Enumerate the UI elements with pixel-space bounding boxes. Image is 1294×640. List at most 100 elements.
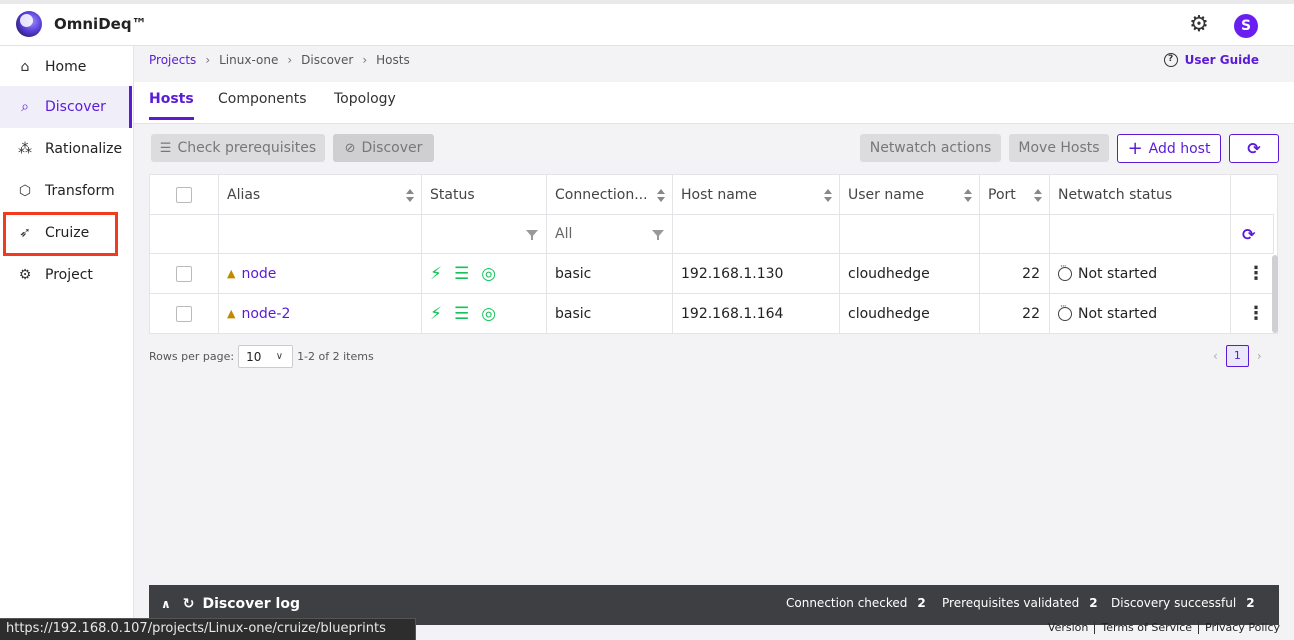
col-hostname[interactable]: Host name (673, 175, 840, 215)
alias-link[interactable]: node-2 (241, 306, 290, 322)
sort-icon[interactable] (964, 189, 972, 203)
table-row-status: ⚡ ☰ ◎ (422, 254, 547, 294)
next-page-icon[interactable]: › (1257, 349, 1262, 363)
user-guide-link[interactable]: ? User Guide (1163, 53, 1259, 67)
table-row-username: cloudhedge (840, 294, 980, 334)
plug-connected-icon[interactable]: ⚡ (430, 264, 442, 284)
kebab-menu-icon[interactable]: ⋮ (1247, 303, 1265, 324)
netwatch-status-label: Not started (1078, 305, 1158, 322)
filter-icon[interactable] (652, 230, 664, 240)
breadcrumb-projects[interactable]: Projects (149, 53, 196, 67)
filter-alias[interactable] (219, 215, 422, 254)
compass-check-icon[interactable]: ◎ (481, 304, 496, 324)
compass-icon: ⊘ (344, 140, 356, 156)
list-check-icon[interactable]: ☰ (454, 264, 469, 284)
stat-label: Discovery successful (1111, 596, 1237, 610)
sidebar-item-transform[interactable]: ⬡ Transform (0, 170, 132, 212)
filter-empty (150, 215, 219, 254)
footer-privacy[interactable]: Privacy Policy (1198, 621, 1286, 634)
plug-connected-icon[interactable]: ⚡ (430, 304, 442, 324)
footer-version[interactable]: Version (1042, 621, 1094, 634)
pagination-summary: 1-2 of 2 items (297, 350, 374, 363)
page-button[interactable]: 1 (1225, 345, 1249, 367)
breadcrumb-project[interactable]: Linux-one (219, 53, 278, 67)
discover-label: Discover (361, 140, 423, 156)
col-connection-label: Connection... (555, 186, 648, 203)
cube-icon: ⬡ (18, 183, 32, 199)
netwatch-status-label: Not started (1078, 265, 1158, 282)
table-row-alias: ▲ node-2 (219, 294, 422, 334)
netwatch-actions-button[interactable]: Netwatch actions (860, 134, 1001, 162)
omnideq-logo-icon[interactable] (16, 11, 42, 37)
breadcrumb-discover[interactable]: Discover (301, 53, 353, 67)
col-username[interactable]: User name (840, 175, 980, 215)
rows-per-page-select[interactable]: 10 ∨ (238, 345, 294, 368)
tab-components[interactable]: Components (218, 91, 307, 117)
table-row-port: 22 (980, 254, 1050, 294)
settings-gear-icon[interactable]: ⚙ (1187, 13, 1211, 37)
row-checkbox[interactable] (176, 305, 192, 322)
sidebar-item-discover[interactable]: ⌕ Discover (0, 86, 132, 128)
table-row-hostname: 192.168.1.164 (673, 294, 840, 334)
list-check-icon[interactable]: ☰ (454, 304, 469, 324)
col-status[interactable]: Status (422, 175, 547, 215)
sidebar-item-project[interactable]: ⚙ Project (0, 254, 132, 296)
kebab-menu-icon[interactable]: ⋮ (1247, 263, 1265, 284)
filter-connection[interactable]: All (547, 215, 673, 254)
footer-terms[interactable]: Terms of Service (1094, 621, 1198, 634)
chevron-right-icon: › (362, 53, 368, 67)
discover-button[interactable]: ⊘ Discover (333, 134, 434, 162)
top-bar: OmniDeq™ ⚙ S (0, 0, 1294, 46)
refresh-button[interactable]: ⟳ (1229, 134, 1279, 163)
sort-icon[interactable] (406, 189, 414, 203)
user-guide-label: User Guide (1184, 53, 1259, 67)
filter-icon[interactable] (526, 230, 538, 240)
row-select-cell (150, 254, 219, 294)
table-scrollbar[interactable] (1272, 255, 1278, 333)
filter-status[interactable] (422, 215, 547, 254)
move-hosts-button[interactable]: Move Hosts (1009, 134, 1109, 162)
prev-page-icon[interactable]: ‹ (1213, 349, 1218, 363)
filter-hostname[interactable] (673, 215, 840, 254)
sidebar-item-rationalize[interactable]: ⁂ Rationalize (0, 128, 132, 170)
col-port[interactable]: Port (980, 175, 1050, 215)
chevron-up-icon[interactable]: ∧ (161, 597, 171, 611)
filter-connection-value: All (555, 226, 573, 242)
sort-icon[interactable] (1034, 189, 1042, 203)
col-connection[interactable]: Connection... (547, 175, 673, 215)
table-row-netwatch: Not started (1050, 254, 1231, 294)
col-netwatch[interactable]: Netwatch status (1050, 175, 1231, 215)
filter-netwatch[interactable] (1050, 215, 1231, 254)
hosts-table: Alias Status Connection... Host name Use… (149, 174, 1278, 334)
discover-log-title[interactable]: ∧ ↻ Discover log (161, 596, 300, 612)
table-row-netwatch: Not started (1050, 294, 1231, 334)
user-avatar[interactable]: S (1234, 14, 1258, 38)
tab-topology[interactable]: Topology (334, 91, 396, 117)
sidebar-item-label: Discover (45, 99, 106, 115)
discover-icon: ⌕ (21, 99, 29, 115)
table-row-connection: basic (547, 254, 673, 294)
table-row-username: cloudhedge (840, 254, 980, 294)
check-prerequisites-button[interactable]: ☰ Check prerequisites (151, 134, 325, 162)
stat-value: 2 (917, 596, 926, 610)
sidebar-item-home[interactable]: ⌂ Home (0, 46, 132, 88)
col-netwatch-label: Netwatch status (1058, 186, 1173, 203)
filter-username[interactable] (840, 215, 980, 254)
sort-icon[interactable] (824, 189, 832, 203)
add-host-label: Add host (1148, 140, 1211, 157)
col-username-label: User name (848, 186, 925, 203)
alias-link[interactable]: node (241, 266, 276, 282)
row-checkbox[interactable] (176, 265, 192, 282)
compass-check-icon[interactable]: ◎ (481, 264, 496, 284)
sidebar-item-label: Transform (45, 183, 115, 199)
col-alias[interactable]: Alias (219, 175, 422, 215)
select-all-checkbox[interactable] (176, 186, 192, 203)
tab-hosts[interactable]: Hosts (149, 91, 194, 120)
rows-per-page-label: Rows per page: (149, 350, 235, 363)
filter-port[interactable] (980, 215, 1050, 254)
table-row-hostname: 192.168.1.130 (673, 254, 840, 294)
add-host-button[interactable]: + Add host (1117, 134, 1221, 163)
rows-per-page-value: 10 (246, 349, 262, 364)
sort-icon[interactable] (657, 189, 665, 203)
filter-refresh-icon[interactable]: ⟳ (1231, 215, 1274, 254)
